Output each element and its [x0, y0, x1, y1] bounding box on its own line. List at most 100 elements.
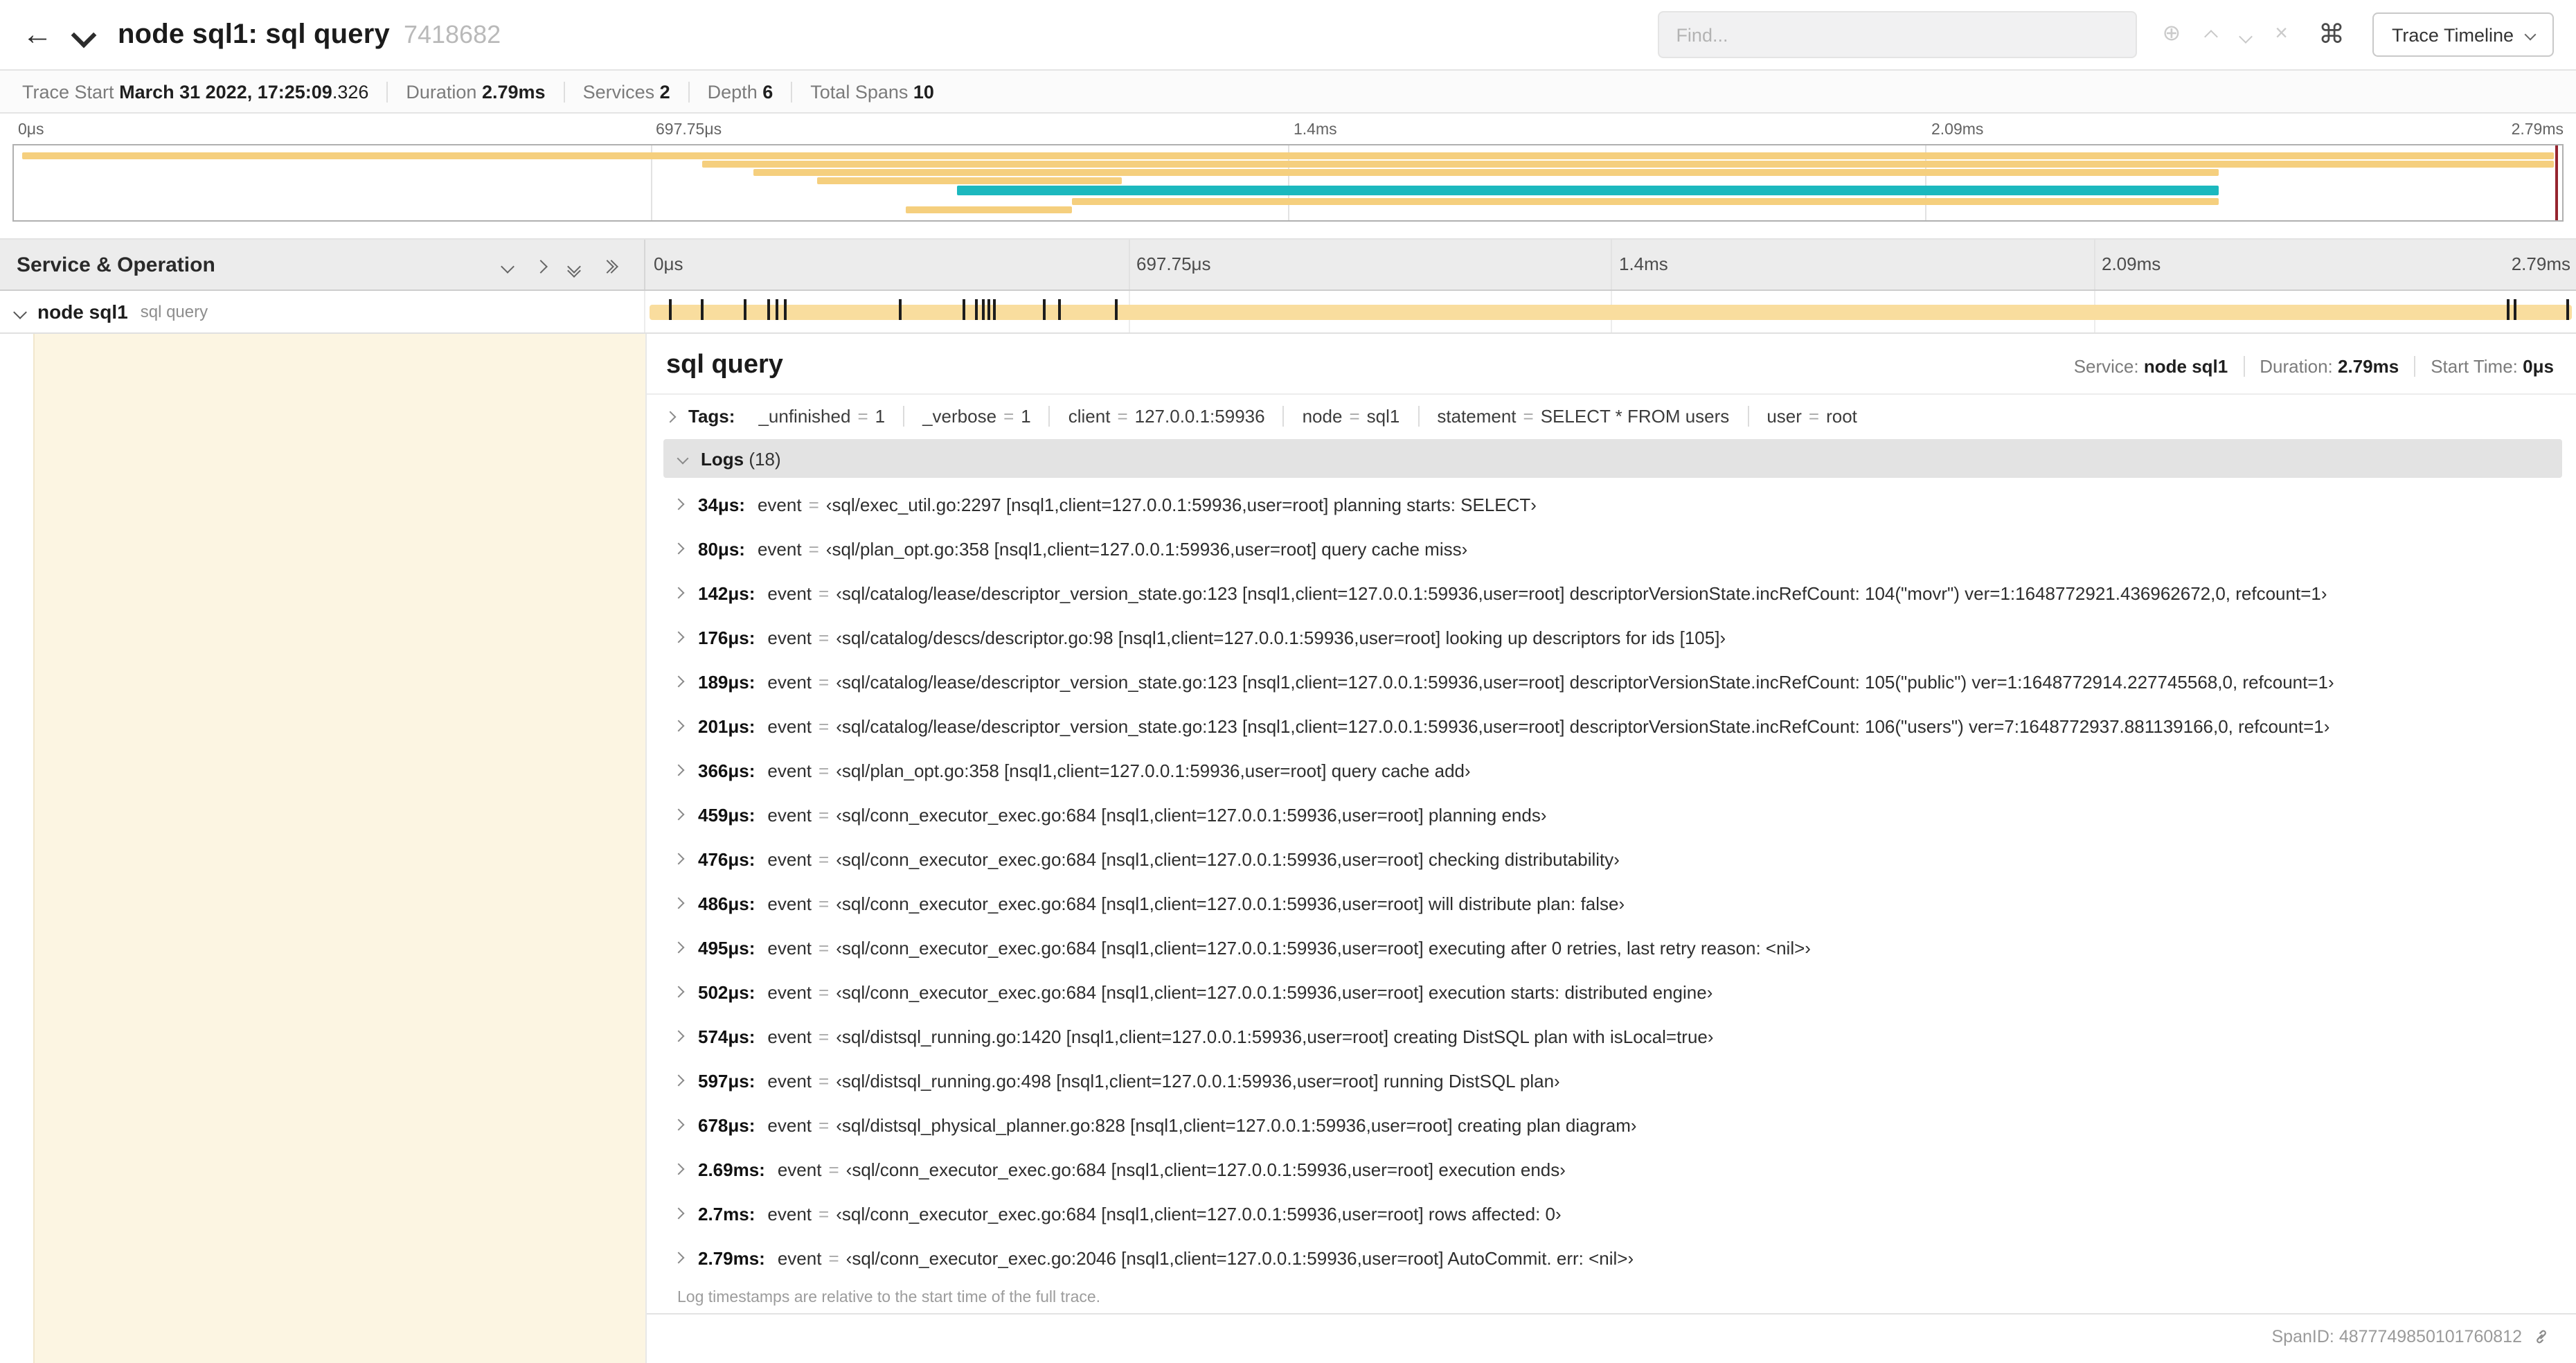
span-indent-column	[0, 334, 645, 1363]
log-entry[interactable]: 486μs: event = ‹sql/conn_executor_exec.g…	[663, 881, 2562, 925]
log-key: event	[767, 1114, 812, 1135]
log-entry[interactable]: 142μs: event = ‹sql/catalog/lease/descri…	[663, 571, 2562, 615]
minimap-span-bar	[21, 152, 2555, 159]
log-value: ‹sql/catalog/lease/descriptor_version_st…	[836, 582, 2327, 603]
span-row[interactable]: node sql1 sql query	[0, 291, 2576, 334]
chevron-right-icon	[672, 764, 685, 776]
log-value: ‹sql/conn_executor_exec.go:684 [nsql1,cl…	[836, 893, 1625, 914]
chevron-down-icon	[2238, 29, 2253, 43]
back-button[interactable]: ←	[22, 19, 53, 50]
ruler-time-label: 0μs	[654, 253, 683, 274]
chevron-right-icon	[672, 720, 685, 732]
chevron-right-icon	[672, 1119, 685, 1131]
log-tick-marker	[898, 299, 902, 320]
find-input[interactable]	[1658, 11, 2138, 58]
expand-all-button[interactable]	[600, 254, 618, 275]
double-chevron-right-icon	[600, 259, 618, 273]
log-entry[interactable]: 476μs: event = ‹sql/conn_executor_exec.g…	[663, 837, 2562, 881]
log-entry[interactable]: 2.79ms: event = ‹sql/conn_executor_exec.…	[663, 1236, 2562, 1280]
log-entry[interactable]: 366μs: event = ‹sql/plan_opt.go:358 [nsq…	[663, 748, 2562, 792]
chevron-right-icon	[672, 631, 685, 643]
timeline-header-row: Service & Operation 0μs 697.75μs 1.4ms 2…	[0, 238, 2576, 291]
collapse-all-button[interactable]	[567, 254, 581, 277]
log-key: event	[767, 937, 812, 958]
timeline-ruler: 0μs 697.75μs 1.4ms 2.09ms 2.79ms	[645, 240, 2576, 289]
log-key: event	[767, 671, 812, 692]
copy-link-icon[interactable]	[2532, 1327, 2551, 1346]
back-arrow-icon: ←	[22, 17, 53, 51]
span-start-info: Start Time: 0μs	[2414, 355, 2554, 376]
log-value: ‹sql/catalog/lease/descriptor_version_st…	[836, 715, 2330, 736]
log-entry[interactable]: 176μs: event = ‹sql/catalog/descs/descri…	[663, 615, 2562, 659]
minimap[interactable]	[12, 144, 2564, 222]
log-value: ‹sql/catalog/descs/descriptor.go:98 [nsq…	[836, 627, 1726, 648]
log-entry[interactable]: 597μs: event = ‹sql/distsql_running.go:4…	[663, 1058, 2562, 1103]
log-tick-marker	[767, 299, 770, 320]
tag-item: _unfinished = 1	[758, 406, 886, 427]
summary-item: Total Spans 10	[791, 81, 952, 102]
detail-region: sql query Service: node sql1 Duration: 2…	[0, 334, 2576, 1363]
minimap-cursor[interactable]	[2555, 145, 2558, 220]
trace-summary-bar: Trace Start March 31 2022, 17:25:09.326 …	[0, 71, 2576, 114]
command-icon: ⌘	[2318, 20, 2345, 49]
log-key: event	[767, 627, 812, 648]
logs-accordion-header[interactable]: Logs (18)	[663, 439, 2562, 478]
chevron-right-icon	[672, 941, 685, 954]
log-timestamp: 502μs:	[698, 981, 755, 1002]
span-row-timeline[interactable]	[645, 291, 2576, 332]
log-entry[interactable]: 459μs: event = ‹sql/conn_executor_exec.g…	[663, 792, 2562, 837]
log-entry[interactable]: 2.7ms: event = ‹sql/conn_executor_exec.g…	[663, 1191, 2562, 1236]
log-entry[interactable]: 495μs: event = ‹sql/conn_executor_exec.g…	[663, 925, 2562, 970]
log-tick-marker	[668, 299, 672, 320]
tags-accordion[interactable]: Tags: _unfinished = 1 _verbose = 1 client = 12…	[647, 395, 2576, 436]
log-entry[interactable]: 2.69ms: event = ‹sql/conn_executor_exec.…	[663, 1147, 2562, 1191]
span-operation-name: sql query	[140, 302, 208, 321]
collapse-trace-toggle[interactable]	[71, 21, 97, 48]
clear-search-button[interactable]: ×	[2275, 23, 2288, 46]
keyboard-shortcuts-button[interactable]: ⌘	[2318, 21, 2345, 48]
tag-item: node = sql1	[1282, 406, 1418, 427]
log-entry[interactable]: 34μs: event = ‹sql/exec_util.go:2297 [ns…	[663, 482, 2562, 526]
span-duration-info: Duration: 2.79ms	[2243, 355, 2414, 376]
view-select-button[interactable]: Trace Timeline	[2372, 12, 2554, 57]
log-tick-marker	[1114, 299, 1118, 320]
log-timestamp: 142μs:	[698, 582, 755, 603]
log-value: ‹sql/conn_executor_exec.go:684 [nsql1,cl…	[836, 981, 1713, 1002]
minimap-time-label: 1.4ms	[1294, 122, 1337, 139]
log-key: event	[757, 494, 802, 515]
minimap-time-label: 0μs	[18, 122, 44, 139]
log-tick-marker	[2566, 299, 2570, 320]
log-entry[interactable]: 502μs: event = ‹sql/conn_executor_exec.g…	[663, 970, 2562, 1014]
log-value: ‹sql/conn_executor_exec.go:2046 [nsql1,c…	[846, 1247, 1634, 1268]
log-entry[interactable]: 80μs: event = ‹sql/plan_opt.go:358 [nsql…	[663, 526, 2562, 571]
chevron-down-icon	[677, 452, 689, 465]
chevron-right-icon	[672, 1074, 685, 1087]
log-entry[interactable]: 678μs: event = ‹sql/distsql_physical_pla…	[663, 1103, 2562, 1147]
prev-match-button[interactable]	[2203, 24, 2218, 45]
log-key: event	[767, 760, 812, 781]
expand-one-button[interactable]	[534, 254, 548, 275]
ruler-time-label: 697.75μs	[1136, 253, 1211, 274]
chevron-right-icon	[664, 410, 677, 422]
log-entry[interactable]: 574μs: event = ‹sql/distsql_running.go:1…	[663, 1014, 2562, 1058]
chevron-right-icon	[672, 675, 685, 688]
next-match-button[interactable]	[2238, 24, 2253, 45]
log-entry[interactable]: 189μs: event = ‹sql/catalog/lease/descri…	[663, 659, 2562, 704]
log-tick-marker	[700, 299, 704, 320]
ruler-time-label: 1.4ms	[1619, 253, 1668, 274]
expander-chevron-down-icon[interactable]	[13, 305, 27, 319]
log-value: ‹sql/plan_opt.go:358 [nsql1,client=127.0…	[836, 760, 1471, 781]
chevron-right-icon	[672, 1030, 685, 1042]
collapse-one-button[interactable]	[501, 254, 515, 275]
span-row-name-column[interactable]: node sql1 sql query	[0, 291, 645, 332]
log-list: 34μs: event = ‹sql/exec_util.go:2297 [ns…	[663, 482, 2562, 1280]
log-key: event	[757, 538, 802, 559]
log-tick-marker	[987, 299, 991, 320]
log-tick-marker	[974, 299, 978, 320]
log-key: event	[767, 715, 812, 736]
chevron-right-icon	[672, 853, 685, 865]
locate-icon: ⊕	[2162, 22, 2181, 46]
log-tick-marker	[2507, 299, 2510, 320]
locate-button[interactable]: ⊕	[2162, 22, 2181, 46]
log-entry[interactable]: 201μs: event = ‹sql/catalog/lease/descri…	[663, 704, 2562, 748]
